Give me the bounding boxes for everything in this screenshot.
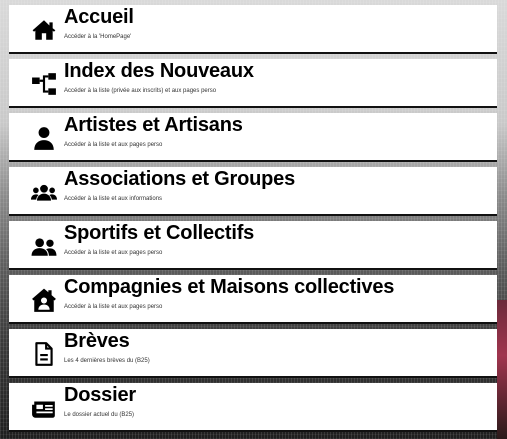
menu-item-title: Artistes et Artisans xyxy=(64,114,243,136)
menu-item-title: Accueil xyxy=(64,6,134,28)
house-user-icon xyxy=(31,287,57,313)
menu-item-compagnies-et-maisons-collectives[interactable]: Compagnies et Maisons collectives Accéde… xyxy=(9,275,497,324)
menu-item-index-des-nouveaux[interactable]: Index des Nouveaux Accéder à la liste (p… xyxy=(9,59,497,108)
menu-item-description: Accéder à la liste (privée aux inscrits)… xyxy=(64,88,217,94)
menu-item-description: Accéder à la liste et aux pages perso xyxy=(64,142,163,148)
menu-item-description: Accéder à la liste et aux pages perso xyxy=(64,250,163,256)
menu-item-accueil[interactable]: Accueil Accéder à la 'HomePage' xyxy=(9,5,497,54)
menu-item-description: Le dossier actuel du (B25) xyxy=(64,412,135,418)
menu-item-description: Accéder à la liste et aux informations xyxy=(64,196,163,202)
users-group-icon xyxy=(31,179,57,205)
menu-item-title: Brèves xyxy=(64,330,130,352)
menu-item-sportifs-et-collectifs[interactable]: Sportifs et Collectifs Accéder à la list… xyxy=(9,221,497,270)
file-text-icon xyxy=(31,341,57,367)
newspaper-icon xyxy=(31,395,57,421)
menu-item-title: Index des Nouveaux xyxy=(64,60,254,82)
home-icon xyxy=(31,17,57,43)
menu-item-dossier[interactable]: Dossier Le dossier actuel du (B25) xyxy=(9,383,497,432)
sitemap-icon xyxy=(31,71,57,97)
menu-item-breves[interactable]: Brèves Les 4 dernières brèves du (B25) xyxy=(9,329,497,378)
menu-item-description: Les 4 dernières brèves du (B25) xyxy=(64,358,150,364)
menu-item-associations-et-groupes[interactable]: Associations et Groupes Accéder à la lis… xyxy=(9,167,497,216)
menu-item-description: Accéder à la 'HomePage' xyxy=(64,34,132,40)
menu-item-title: Sportifs et Collectifs xyxy=(64,222,255,244)
menu-item-title: Dossier xyxy=(64,384,136,406)
menu-item-artistes-et-artisans[interactable]: Artistes et Artisans Accéder à la liste … xyxy=(9,113,497,162)
menu-item-title: Compagnies et Maisons collectives xyxy=(64,276,395,298)
user-friends-icon xyxy=(31,233,57,259)
user-icon xyxy=(31,125,57,151)
menu-item-title: Associations et Groupes xyxy=(64,168,296,190)
menu-item-description: Accéder à la liste et aux pages perso xyxy=(64,304,163,310)
